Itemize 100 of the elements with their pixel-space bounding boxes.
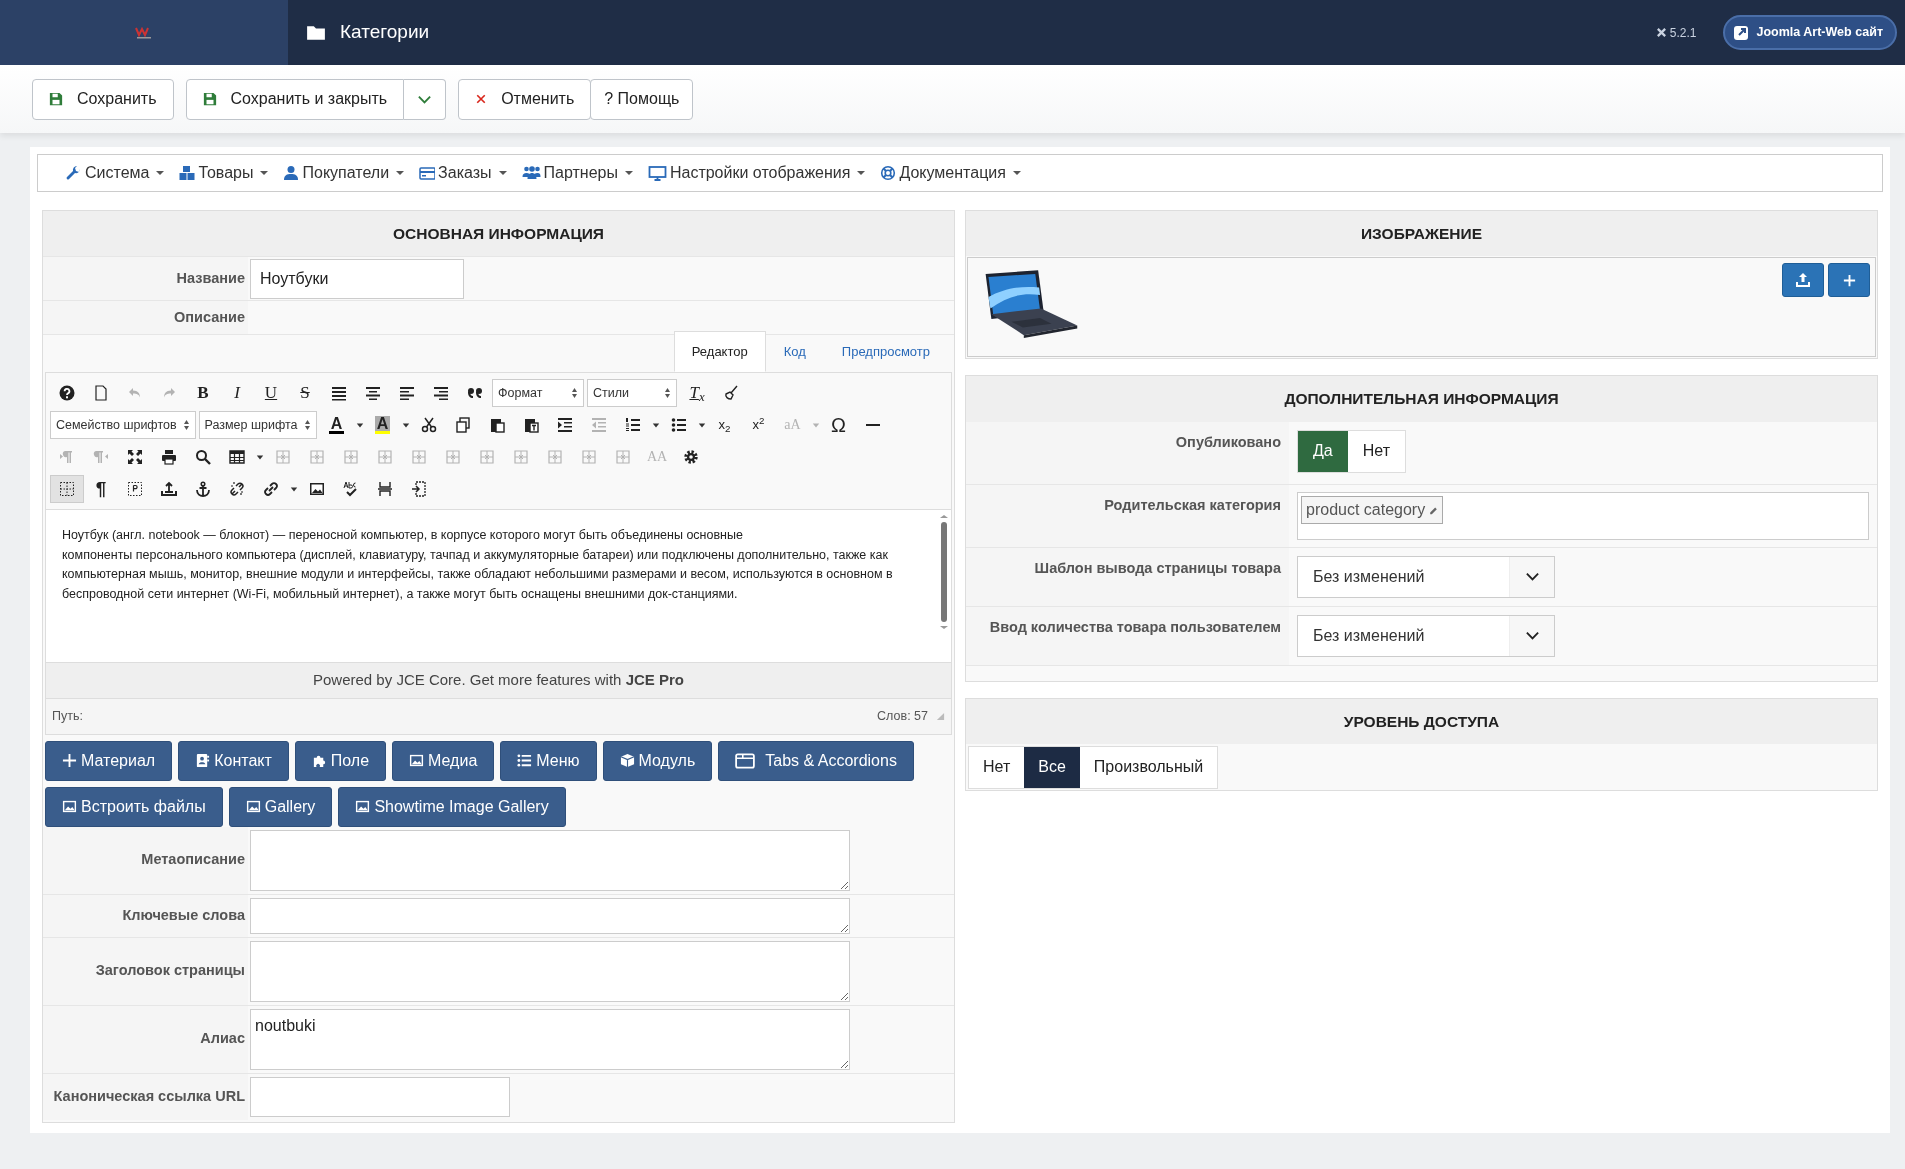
strikethrough-button[interactable]: S [288,379,322,408]
image-icon[interactable] [309,481,325,498]
tag-field[interactable]: product category [1297,491,1869,540]
editor-tab[interactable]: Код [765,330,824,373]
insert-button[interactable]: Контакт [178,740,289,781]
insert-button[interactable]: Меню [500,740,597,781]
version-label: 5.2.1 [1669,24,1697,42]
menu-item[interactable]: Система [66,161,165,185]
help-button[interactable]: ? Помощь [590,78,694,120]
caret-icon[interactable] [256,453,264,462]
toggle-option[interactable]: Нет [1347,430,1405,472]
special-character-button[interactable]: Ω [821,411,856,440]
menu-item[interactable]: Покупатели [283,161,405,185]
menu-item[interactable]: Заказы [419,161,507,185]
menu-item[interactable]: Партнеры [521,161,633,185]
align-left-icon[interactable] [399,385,415,402]
dropdown-select[interactable]: Семейство шрифтов [50,411,196,440]
text-color-button[interactable]: A [319,411,354,440]
dropdown-toggle[interactable] [404,78,447,120]
caret-icon [857,171,866,175]
clear-formatting-button[interactable]: T$_{x}$ [680,379,714,408]
cancel-button[interactable]: Отменить [458,78,592,120]
field-label: Алиас [43,1005,248,1073]
site-link-button[interactable]: Joomla Art-Web сайт [1722,15,1897,50]
caret-icon[interactable] [697,421,706,430]
unlink-icon[interactable] [229,481,245,498]
menu-item[interactable]: Настройки отображения [647,161,866,185]
underline-button[interactable]: U [254,379,288,408]
align-right-icon[interactable] [433,385,449,402]
insert-button[interactable]: Встроить файлы [45,786,223,827]
text-area[interactable]: noutbuki [250,1008,850,1070]
insert-button[interactable]: Материал [45,740,173,781]
access-option[interactable]: Произвольный [1079,746,1218,788]
italic-button[interactable]: I [220,379,254,408]
input-field[interactable] [250,1076,510,1117]
category-tag[interactable]: product category [1301,495,1444,524]
save-close-button[interactable]: Сохранить и закрыть [185,78,405,120]
insert-button[interactable]: Медиа [392,740,495,781]
fullscreen-icon[interactable] [127,449,143,466]
indent-icon[interactable] [556,417,573,434]
menu-item[interactable]: Документация [880,161,1021,185]
select-field[interactable]: Без изменений [1297,555,1555,598]
editor-tab[interactable]: Предпросмотр [823,330,948,373]
highlight-color-button[interactable]: A [365,411,400,440]
new-document-icon[interactable] [93,385,109,402]
search-icon[interactable] [195,449,211,466]
copy-icon[interactable] [454,417,471,434]
bold-button[interactable]: B [186,379,220,408]
list-icon [517,753,533,768]
align-justify-icon[interactable] [331,385,347,402]
page-break-icon[interactable] [411,481,427,498]
insert-button[interactable]: Модуль [602,740,713,781]
access-option[interactable]: Нет [969,746,1025,788]
insert-button[interactable]: Поле [294,740,387,781]
numbered-list-icon[interactable] [624,417,641,434]
image-icon [355,799,371,814]
dropdown-select[interactable]: Стили [587,379,677,408]
link-icon[interactable] [263,481,279,498]
select-field[interactable]: Без изменений [1297,614,1555,657]
pilcrow-button[interactable]: ¶ [84,475,118,504]
settings-icon[interactable] [683,449,699,466]
printer-icon[interactable] [161,449,177,466]
dropdown-select[interactable]: Формат [492,379,584,408]
field-label: Название [43,257,248,301]
align-center-icon[interactable] [365,385,381,402]
bullet-list-icon[interactable] [670,417,687,434]
caret-icon[interactable] [401,421,410,430]
save-button[interactable]: Сохранить [32,78,174,120]
caret-icon[interactable] [355,421,364,430]
nonbreaking-space-icon[interactable] [377,481,393,498]
visual-aid-button[interactable] [50,475,84,504]
field-label: Заголовок страницы [43,937,248,1005]
clipboard-icon[interactable] [488,417,505,434]
superscript-button[interactable]: x$^{2}$ [741,411,776,440]
grid-icon [59,481,75,498]
menu-item[interactable]: Товары [179,161,269,185]
insert-button[interactable]: Showtime Image Gallery [338,786,566,827]
access-option[interactable]: Все [1024,746,1080,788]
close-icon [475,93,488,105]
spellcheck-icon[interactable] [343,481,359,498]
paste-text-icon[interactable] [522,417,539,434]
insert-button[interactable]: Tabs & Accordions [718,740,914,781]
insert-button[interactable]: Gallery [228,786,333,827]
caret-icon[interactable] [290,485,298,494]
subscript-button[interactable]: x$_{2}$ [707,411,742,440]
caret-icon[interactable] [651,421,660,430]
upload-button[interactable] [1782,263,1824,298]
editor-tab[interactable]: Редактор [673,330,766,373]
toggle-option[interactable]: Да [1298,430,1348,472]
add-button[interactable] [1828,263,1870,298]
insert-icon[interactable] [161,481,177,498]
anchor-icon[interactable] [195,481,211,498]
table-icon[interactable] [229,449,245,466]
scissors-icon[interactable] [420,417,437,434]
dropdown-select[interactable]: Размер шрифта [198,411,317,440]
input-field[interactable]: Ноутбуки [250,259,464,300]
paragraph-block-icon[interactable] [127,481,143,498]
image-icon [245,799,261,814]
broom-icon[interactable] [723,385,739,402]
help-icon[interactable] [59,385,75,402]
